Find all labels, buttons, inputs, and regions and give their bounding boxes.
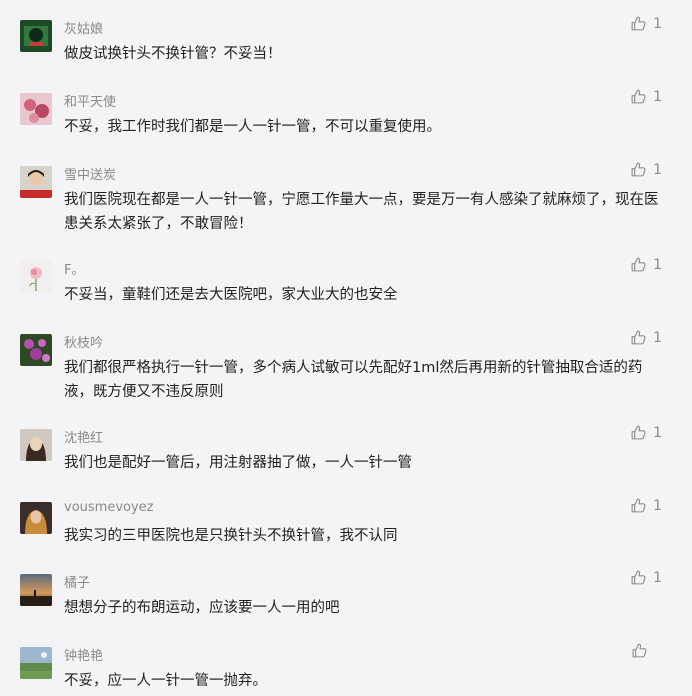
thumbs-up-icon (630, 497, 647, 514)
comment-text: 不妥，我工作时我们都是一人一针一管，不可以重复使用。 (64, 119, 441, 135)
thumbs-up-icon (630, 161, 647, 178)
comment-text: 我实习的三甲医院也是只换针头不换针管，我不认同 (64, 528, 398, 544)
comment-author[interactable]: 灰姑娘 (64, 18, 103, 37)
comment-author[interactable]: 钟艳艳 (64, 645, 103, 664)
like-count: 1 (653, 569, 662, 586)
like-button[interactable]: 1 (630, 329, 662, 346)
avatar[interactable] (20, 502, 52, 534)
avatar[interactable] (20, 334, 52, 366)
avatar[interactable] (20, 429, 52, 461)
thumbs-up-icon (630, 329, 647, 346)
comment-text: 想想分子的布朗运动，应该要一人一用的吧 (64, 600, 340, 616)
like-count: 1 (653, 256, 662, 273)
like-button[interactable]: 1 (630, 256, 662, 273)
like-count: 1 (653, 88, 662, 105)
thumbs-up-icon (630, 424, 647, 441)
avatar[interactable] (20, 20, 52, 52)
like-button[interactable]: 1 (630, 497, 662, 514)
thumbs-up-icon (630, 88, 647, 105)
like-button[interactable]: 1 (630, 161, 662, 178)
avatar[interactable] (20, 647, 52, 679)
comment-text: 不妥，应一人一针一管一抛弃。 (64, 673, 267, 689)
comment-text: 我们医院现在都是一人一针一管，宁愿工作量大一点，要是万一有人感染了就麻烦了，现在… (64, 192, 659, 232)
comment-text: 我们都很严格执行一针一管，多个病人试敏可以先配好1ml然后再用新的针管抽取合适的… (64, 360, 643, 400)
avatar[interactable] (20, 574, 52, 606)
like-button[interactable]: 1 (630, 424, 662, 441)
like-button[interactable]: 1 (630, 15, 662, 32)
comment-author[interactable]: 雪中送炭 (64, 164, 116, 183)
comment-author[interactable]: 沈艳红 (64, 427, 103, 446)
thumbs-up-icon (631, 642, 648, 659)
like-count: 1 (653, 497, 662, 514)
comment-text: 我们也是配好一管后，用注射器抽了做，一人一针一管 (64, 455, 412, 471)
thumbs-up-icon (630, 256, 647, 273)
like-button[interactable]: 1 (630, 88, 662, 105)
comment-text: 不妥当，童鞋们还是去大医院吧，家大业大的也安全 (64, 287, 398, 303)
comment-author[interactable]: F。 (64, 259, 84, 278)
thumbs-up-icon (630, 569, 647, 586)
comment-text: 做皮试换针头不换针管？不妥当！ (64, 46, 282, 62)
like-button[interactable] (631, 642, 662, 659)
avatar[interactable] (20, 93, 52, 125)
comment-author[interactable]: 秋枝吟 (64, 332, 103, 351)
comment-author[interactable]: 橘子 (64, 572, 90, 591)
avatar[interactable] (20, 261, 52, 293)
thumbs-up-icon (630, 15, 647, 32)
like-count: 1 (653, 161, 662, 178)
like-count: 1 (653, 329, 662, 346)
like-count: 1 (653, 15, 662, 32)
like-count: 1 (653, 424, 662, 441)
comment-author[interactable]: vousmevoyez (64, 500, 153, 515)
comment-author[interactable]: 和平天使 (64, 91, 116, 110)
avatar[interactable] (20, 166, 52, 198)
like-button[interactable]: 1 (630, 569, 662, 586)
